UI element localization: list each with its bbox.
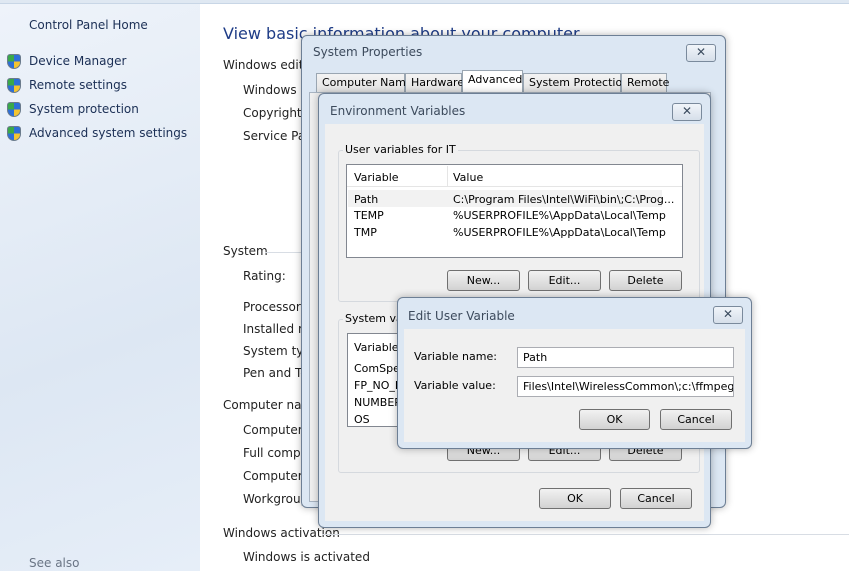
user-edit-button[interactable]: Edit... bbox=[528, 270, 601, 291]
divider bbox=[265, 252, 305, 253]
table-cell: %USERPROFILE%\AppData\Local\Temp bbox=[453, 209, 666, 222]
edition-text: Windows 7 bbox=[243, 83, 309, 97]
computer-name-label: Computer bbox=[243, 423, 303, 437]
tab-computer-name[interactable]: Computer Name bbox=[316, 73, 413, 92]
sidebar-item-device-manager[interactable]: Device Manager bbox=[29, 54, 126, 68]
group-label: User variables for IT bbox=[343, 143, 458, 156]
rating-label: Rating: bbox=[243, 269, 286, 283]
table-row[interactable]: NUMBER bbox=[354, 396, 402, 409]
sidebar-item-remote-settings[interactable]: Remote settings bbox=[29, 78, 127, 92]
dialog-title: Edit User Variable bbox=[408, 309, 515, 323]
table-row[interactable]: TMP bbox=[354, 226, 377, 239]
user-delete-button[interactable]: Delete bbox=[609, 270, 682, 291]
column-header-value[interactable]: Value bbox=[453, 171, 483, 184]
column-divider bbox=[447, 166, 448, 186]
table-cell: %USERPROFILE%\AppData\Local\Temp bbox=[453, 226, 666, 239]
see-also-heading: See also bbox=[29, 556, 80, 570]
tab-system-protection[interactable]: System Protection bbox=[523, 73, 629, 92]
edit-cancel-button[interactable]: Cancel bbox=[660, 409, 732, 430]
uac-shield-icon bbox=[7, 78, 21, 93]
column-header-variable[interactable]: Variable bbox=[354, 171, 399, 184]
env-cancel-button[interactable]: Cancel bbox=[620, 488, 692, 509]
close-button[interactable]: ✕ bbox=[713, 306, 743, 324]
computer-description-label: Computer bbox=[243, 469, 303, 483]
tab-advanced[interactable]: Advanced bbox=[462, 70, 523, 92]
table-row[interactable]: Path bbox=[354, 193, 378, 206]
activation-status: Windows is activated bbox=[243, 550, 370, 564]
variable-name-input[interactable]: Path bbox=[517, 347, 734, 368]
close-button[interactable]: ✕ bbox=[672, 103, 702, 121]
table-row[interactable]: OS bbox=[354, 413, 370, 426]
section-system: System bbox=[223, 244, 268, 258]
section-windows-edition: Windows editi bbox=[223, 58, 307, 72]
divider bbox=[322, 534, 849, 535]
table-row[interactable]: FP_NO_H bbox=[354, 379, 403, 392]
full-computer-name-label: Full compu bbox=[243, 446, 309, 460]
processor-label: Processor: bbox=[243, 300, 305, 314]
uac-shield-icon bbox=[7, 102, 21, 117]
env-ok-button[interactable]: OK bbox=[539, 488, 611, 509]
tab-hardware[interactable]: Hardware bbox=[405, 73, 464, 92]
uac-shield-icon bbox=[7, 126, 21, 141]
group-label: System va bbox=[343, 312, 405, 325]
uac-shield-icon bbox=[7, 54, 21, 69]
sidebar-item-advanced-system-settings[interactable]: Advanced system settings bbox=[29, 126, 187, 140]
copyright-text: Copyright bbox=[243, 106, 302, 120]
tab-remote[interactable]: Remote bbox=[621, 73, 669, 92]
dialog-title: System Properties bbox=[313, 45, 423, 59]
dialog-title: Environment Variables bbox=[330, 104, 466, 118]
edit-ok-button[interactable]: OK bbox=[579, 409, 650, 430]
workgroup-label: Workgroup bbox=[243, 492, 309, 506]
variable-value-input[interactable]: Files\Intel\WirelessCommon\;c:\ffmpeg\bi… bbox=[517, 376, 734, 397]
close-button[interactable]: ✕ bbox=[686, 44, 716, 62]
control-panel-home-link[interactable]: Control Panel Home bbox=[29, 18, 148, 32]
column-header-variable[interactable]: Variable bbox=[354, 341, 399, 354]
variable-name-label: Variable name: bbox=[414, 350, 497, 363]
table-row[interactable]: TEMP bbox=[354, 209, 384, 222]
section-computer-name: Computer nam bbox=[223, 398, 314, 412]
table-cell: C:\Program Files\Intel\WiFi\bin\;C:\Prog… bbox=[453, 193, 675, 206]
user-new-button[interactable]: New... bbox=[447, 270, 520, 291]
variable-value-label: Variable value: bbox=[414, 379, 496, 392]
memory-label: Installed m bbox=[243, 322, 310, 336]
sidebar-item-system-protection[interactable]: System protection bbox=[29, 102, 139, 116]
section-windows-activation: Windows activation bbox=[223, 526, 340, 540]
pen-touch-label: Pen and To bbox=[243, 366, 308, 380]
